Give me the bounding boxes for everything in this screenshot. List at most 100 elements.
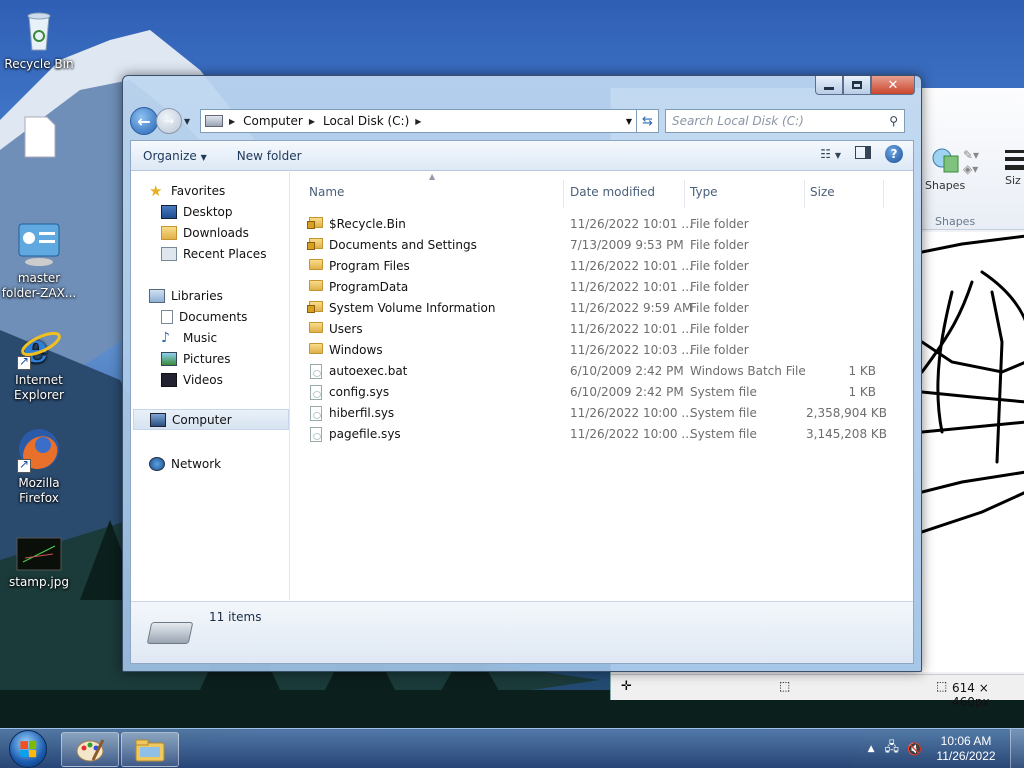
file-row[interactable]: System Volume Information 11/26/2022 9:59…	[301, 298, 883, 319]
breadcrumb-separator-icon[interactable]: ▶	[415, 117, 421, 126]
file-row[interactable]: pagefile.sys 11/26/2022 10:00 ... System f…	[301, 424, 887, 445]
file-row[interactable]: ProgramData 11/26/2022 10:01 ... File fold…	[301, 277, 883, 298]
nav-item-desktop[interactable]: Desktop	[161, 201, 233, 222]
breadcrumb-separator-icon[interactable]: ▶	[229, 117, 235, 126]
address-bar[interactable]: ▶ Computer ▶ Local Disk (C:) ▶ ▼	[200, 109, 637, 133]
refresh-button[interactable]: ⇆	[637, 109, 659, 133]
show-desktop-button[interactable]	[1010, 729, 1024, 768]
minimize-button[interactable]	[815, 76, 843, 95]
file-name: $Recycle.Bin	[329, 217, 406, 231]
file-name: autoexec.bat	[329, 364, 408, 378]
back-button[interactable]: ←	[130, 107, 158, 135]
folder-icon	[135, 739, 165, 761]
file-row[interactable]: config.sys 6/10/2009 2:42 PM System file 1 …	[301, 382, 883, 403]
breadcrumb-separator-icon[interactable]: ▶	[309, 117, 315, 126]
file-row[interactable]: autoexec.bat 6/10/2009 2:42 PM Windows Bat…	[301, 361, 883, 382]
file-name: System Volume Information	[329, 301, 496, 315]
close-button[interactable]: ✕	[871, 76, 915, 95]
nav-item-network[interactable]: Network	[149, 453, 221, 474]
column-header-name[interactable]: Name	[309, 180, 559, 204]
desktop-icon-master-folder[interactable]: master folder-ZAX...	[1, 220, 77, 301]
nav-item-videos[interactable]: Videos	[161, 369, 223, 390]
file-row[interactable]: $Recycle.Bin 11/26/2022 10:01 ... File fol…	[301, 214, 883, 235]
navigation-pane: ★ Favorites Desktop Downloads Recent Pla…	[131, 172, 290, 600]
preview-pane-button[interactable]	[855, 146, 871, 162]
file-date-modified: 11/26/2022 10:01 ...	[570, 217, 693, 231]
move-icon: ✛	[621, 679, 632, 694]
column-divider[interactable]	[684, 180, 685, 208]
file-type: System file	[690, 385, 757, 399]
desktop-icon-recycle-bin[interactable]: Recycle Bin	[1, 6, 77, 72]
fill-icon: ◈▾	[963, 162, 979, 176]
start-button[interactable]	[4, 729, 52, 768]
view-list-icon: ☷	[820, 147, 832, 161]
nav-item-music[interactable]: ♪ Music	[161, 327, 217, 348]
column-header-size[interactable]: Size	[810, 180, 880, 204]
taskbar-explorer-button[interactable]	[121, 732, 179, 767]
nav-item-recent-places[interactable]: Recent Places	[161, 243, 266, 264]
search-input[interactable]: Search Local Disk (C:) ⚲	[665, 109, 905, 133]
minimize-icon	[824, 86, 834, 90]
help-button[interactable]: ?	[885, 145, 903, 163]
file-name: Program Files	[329, 259, 410, 273]
organize-label: Organize	[143, 148, 197, 163]
show-hidden-icons-button[interactable]: ▲	[868, 744, 875, 754]
nav-item-documents[interactable]: Documents	[161, 306, 247, 327]
file-date-modified: 6/10/2009 2:42 PM	[570, 385, 684, 399]
desktop-icon-label: stamp.jpg	[9, 575, 69, 589]
nav-item-downloads[interactable]: Downloads	[161, 222, 249, 243]
size-tool[interactable]: Siz	[1005, 146, 1024, 187]
column-divider[interactable]	[804, 180, 805, 208]
recycle-bin-icon	[15, 6, 63, 54]
change-view-button[interactable]: ☷ ▼	[820, 147, 841, 161]
outline-tool[interactable]: ✎▾ ◈▾	[963, 148, 979, 176]
locked-folder-icon	[307, 238, 323, 250]
new-folder-button[interactable]: New folder	[237, 149, 302, 163]
breadcrumb-computer[interactable]: Computer	[243, 114, 303, 128]
file-row[interactable]: hiberfil.sys 11/26/2022 10:00 ... System f…	[301, 403, 887, 424]
desktop-icon-firefox[interactable]: Mozilla Firefox	[1, 425, 77, 506]
close-icon: ✕	[887, 77, 899, 93]
nav-item-libraries[interactable]: Libraries	[149, 285, 223, 306]
shapes-tool[interactable]: Shapes	[925, 146, 965, 192]
nav-item-pictures[interactable]: Pictures	[161, 348, 231, 369]
file-row[interactable]: Users 11/26/2022 10:01 ... File folder	[301, 319, 883, 340]
desktop-icon-blank-file[interactable]	[1, 113, 77, 164]
column-header-date[interactable]: Date modified	[570, 180, 680, 204]
network-status-icon[interactable]: 🖧	[885, 738, 900, 760]
desktop-icon-stamp-jpg[interactable]: stamp.jpg	[1, 536, 77, 590]
column-divider[interactable]	[883, 180, 884, 208]
file-row[interactable]: Windows 11/26/2022 10:03 ... File folder	[301, 340, 883, 361]
command-bar: Organize ▼ New folder ☷ ▼ ?	[131, 141, 913, 171]
nav-item-computer[interactable]: Computer	[133, 409, 289, 430]
recent-pages-dropdown[interactable]: ▼	[184, 117, 196, 126]
chevron-down-icon: ▼	[184, 116, 191, 126]
blank-file-icon	[15, 113, 63, 161]
nav-item-favorites[interactable]: ★ Favorites	[149, 180, 225, 201]
taskbar: ▲ 🖧 🔇 10:06 AM 11/26/2022	[0, 728, 1024, 768]
desktop-icon-internet-explorer[interactable]: e Internet Explorer	[1, 322, 77, 403]
size-label: Siz	[1005, 174, 1021, 187]
file-name: Documents and Settings	[329, 238, 477, 252]
file-name: Windows	[329, 343, 383, 357]
file-type: File folder	[690, 259, 749, 273]
forward-button[interactable]: →	[156, 108, 182, 134]
taskbar-paint-button[interactable]	[61, 732, 119, 767]
file-row[interactable]: Program Files 11/26/2022 10:01 ... File fo…	[301, 256, 883, 277]
address-history-dropdown[interactable]: ▼	[626, 117, 632, 126]
column-header-type[interactable]: Type	[690, 180, 800, 204]
search-icon[interactable]: ⚲	[889, 114, 898, 128]
file-row[interactable]: Documents and Settings 7/13/2009 9:53 PM F…	[301, 235, 883, 256]
organize-button[interactable]: Organize ▼	[143, 149, 207, 163]
maximize-button[interactable]	[843, 76, 871, 95]
clock[interactable]: 10:06 AM 11/26/2022	[926, 734, 1006, 764]
explorer-window[interactable]: ✕ ← → ▼ ▶ Computer ▶ Local Disk (C:) ▶ ▼…	[122, 75, 922, 672]
nav-label: Downloads	[183, 225, 249, 240]
desktop-icon-label: Internet Explorer	[14, 373, 64, 402]
explorer-client-area: Organize ▼ New folder ☷ ▼ ? ★ Favorites …	[130, 140, 914, 664]
file-name: config.sys	[329, 385, 390, 399]
paint-canvas[interactable]	[921, 232, 1024, 672]
breadcrumb-local-disk[interactable]: Local Disk (C:)	[323, 114, 409, 128]
volume-muted-icon[interactable]: 🔇	[907, 742, 922, 756]
column-divider[interactable]	[563, 180, 564, 208]
